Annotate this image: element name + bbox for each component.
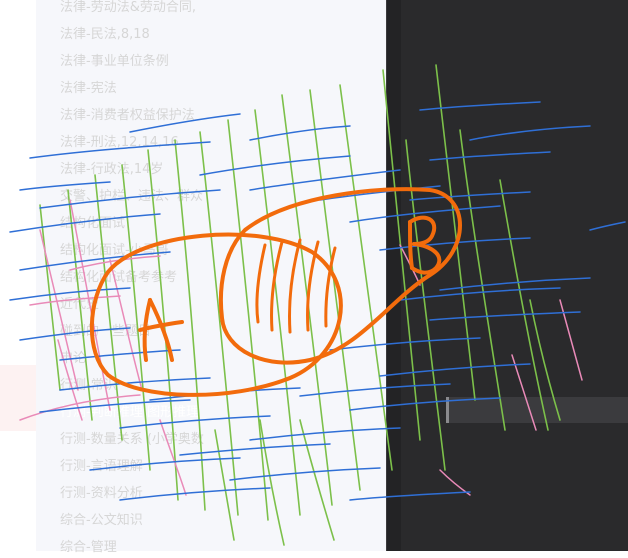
sidebar-item-label: 行测-判断推理:图形推理 [60,404,200,420]
sidebar-item-label: 法律-宪法 [60,80,117,96]
sidebar-active-highlight [446,397,628,423]
sidebar-item-structured-interview-prep[interactable]: 结构化面试备考参考 [60,262,242,288]
sidebar-item-quantitative-relations[interactable]: 行测-数量关系 (小学奥数 [60,424,242,450]
sidebar-item-modern-history[interactable]: 近代史 [60,289,242,315]
sidebar-item-label: 法律-消费者权益保护法 [60,107,195,123]
sidebar-item-criminal-law[interactable]: 法律-刑法,12,14,16 [60,127,242,153]
sidebar-item-structured-interview-xiaomage[interactable]: 结构化面试-小马哥 [60,235,242,261]
sidebar-item-encountered-questions[interactable]: 碰到的一些题目 [60,316,242,342]
sidebar-item-graphic-reasoning[interactable]: 行测-判断推理:图形推理 [60,397,242,423]
sidebar-item-official-documents[interactable]: 综合-公文知识 [60,505,242,531]
sidebar-item-constitution[interactable]: 法律-宪法 [60,73,242,99]
sidebar-item-label: 综合-管理 [60,539,117,555]
sidebar-item-label: 法律-劳动法&劳动合同, [60,0,196,15]
sidebar-item-label: 综合-公文知识 [60,512,143,528]
sidebar-item-label: 交警、护栏、违法、群众 [60,188,204,204]
sidebar-active-indicator [446,397,449,423]
sidebar-item-label: 行测-资料分析 [60,485,143,501]
sidebar-item-traffic[interactable]: 交警、护栏、违法、群众 [60,181,242,207]
left-margin [0,0,36,551]
notes-sidebar [386,0,628,551]
sidebar-item-civil-law[interactable]: 法律-民法,8,18 [60,19,242,45]
sidebar-item-data-analysis[interactable]: 行测-资料分析 [60,478,242,504]
sidebar-item-structured-interview[interactable]: 结构化面试 [60,208,242,234]
sidebar-item-label: 近代史 [60,296,100,312]
sidebar-item-institution-regulations[interactable]: 法律-事业单位条例 [60,46,242,72]
sidebar-item-label: 法律-刑法,12,14,16 [60,134,179,150]
sidebar-item-essay[interactable]: 申论 [60,343,242,369]
sidebar-item-consumer-law[interactable]: 法律-消费者权益保护法 [60,100,242,126]
sidebar-item-label: 法律-事业单位条例 [60,53,169,69]
sidebar-item-administrative-law[interactable]: 法律-行政法,14岁 [60,154,242,180]
sidebar-item-management[interactable]: 综合-管理 [60,532,242,558]
sidebar-item-label: 法律-行政法,14岁 [60,161,164,177]
sidebar-item-label: 行测-常识 [60,377,117,393]
sidebar-item-label: 申论 [60,350,87,366]
sidebar-item-label: 结构化面试-小马哥 [60,242,169,258]
sidebar-gutter [387,0,401,551]
sidebar-item-label: 法律-民法,8,18 [60,26,150,42]
sidebar-item-label: 结构化面试 [60,215,126,231]
sidebar-item-label: 碰到的一些题目 [60,323,152,339]
sidebar-item-label: 行测-数量关系 (小学奥数 [60,431,204,447]
left-margin-tint [0,365,36,431]
sidebar-item-labor-law[interactable]: 法律-劳动法&劳动合同, [60,0,242,18]
sidebar-item-general-knowledge[interactable]: 行测-常识 [60,370,242,396]
sidebar-item-label: 结构化面试备考参考 [60,269,178,285]
sidebar-item-verbal-comprehension[interactable]: 行测-言语理解 [60,451,242,477]
sidebar-item-label: 行测-言语理解 [60,458,143,474]
